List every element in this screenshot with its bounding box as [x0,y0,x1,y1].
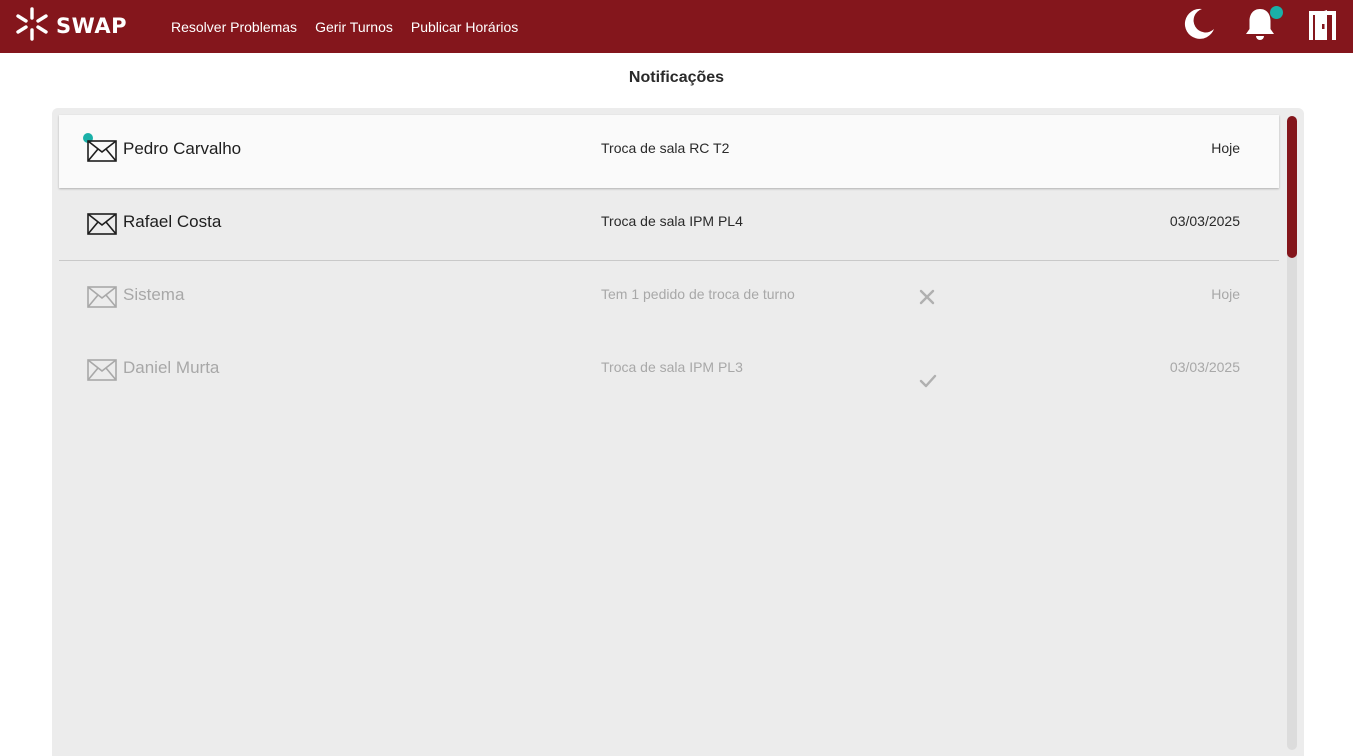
notification-sender: Daniel Murta [123,358,220,377]
mail-icon [87,286,117,308]
notification-list: Pedro Carvalho Troca de sala RC T2 Hoje … [59,115,1279,407]
notification-date: Hoje [1211,286,1240,302]
notification-row[interactable]: Sistema Tem 1 pedido de troca de turno H… [59,261,1279,334]
notification-sender: Rafael Costa [123,212,222,231]
brand-logo[interactable]: SWAP [14,6,127,46]
notifications-panel: Pedro Carvalho Troca de sala RC T2 Hoje … [52,108,1304,756]
mail-icon [87,359,117,381]
notification-subject: Troca de sala RC T2 [601,140,730,156]
swap-logo-icon [14,6,50,47]
notification-row[interactable]: Pedro Carvalho Troca de sala RC T2 Hoje [59,115,1279,188]
notification-subject: Troca de sala IPM PL4 [601,213,743,229]
notification-badge [1270,6,1283,19]
notification-subject: Tem 1 pedido de troca de turno [601,286,795,302]
brand-name: SWAP [56,14,127,38]
notification-sender: Sistema [123,285,185,304]
notification-date: 03/03/2025 [1169,213,1240,229]
mail-icon [87,140,117,162]
notification-sender: Pedro Carvalho [123,139,242,158]
notification-date: 03/03/2025 [1169,359,1240,375]
notifications-button[interactable] [1242,6,1283,46]
notification-subject: Troca de sala IPM PL3 [601,359,743,375]
checkmark-icon[interactable] [917,370,939,392]
dark-mode-toggle[interactable] [1181,6,1217,46]
logout-button[interactable] [1305,6,1341,46]
main-nav: Resolver Problemas Gerir Turnos Publicar… [171,0,518,53]
logout-door-icon [1306,6,1340,47]
scrollbar-thumb[interactable] [1287,116,1297,258]
notification-row[interactable]: Daniel Murta Troca de sala IPM PL3 03/03… [59,334,1279,407]
notification-date: Hoje [1211,140,1240,156]
notification-row[interactable]: Rafael Costa Troca de sala IPM PL4 03/03… [59,188,1279,261]
close-x-icon[interactable] [916,286,938,308]
top-nav-bar: SWAP Resolver Problemas Gerir Turnos Pub… [0,0,1353,53]
scrollbar-track[interactable] [1287,116,1297,750]
mail-icon [87,213,117,235]
nav-publicar-horarios[interactable]: Publicar Horários [411,19,518,35]
page-title: Notificações [628,69,725,86]
nav-resolver-problemas[interactable]: Resolver Problemas [171,19,297,35]
nav-gerir-turnos[interactable]: Gerir Turnos [315,19,393,35]
moon-icon [1182,7,1216,46]
